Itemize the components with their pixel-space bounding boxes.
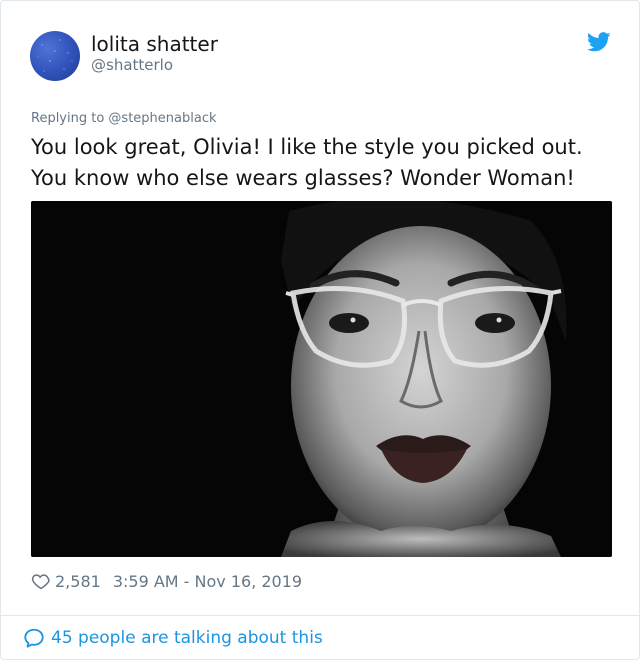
tweet-timestamp[interactable]: 3:59 AM - Nov 16, 2019: [113, 572, 302, 591]
talking-about-label[interactable]: 45 people are talking about this: [51, 628, 323, 648]
tweet-media-photo[interactable]: [31, 201, 612, 557]
like-count[interactable]: 2,581: [55, 572, 101, 591]
avatar[interactable]: [30, 31, 80, 81]
talking-about-link[interactable]: 45 people are talking about this: [23, 626, 323, 650]
tweet-meta: 2,581 3:59 AM - Nov 16, 2019: [31, 570, 302, 592]
replying-to-label[interactable]: Replying to @stephenablack: [31, 111, 217, 126]
tweet-card: lolita shatter @shatterlo Replying to @s…: [0, 0, 640, 660]
tweet-text: You look great, Olivia! I like the style…: [31, 135, 583, 190]
divider: [1, 615, 639, 616]
twitter-bird-icon[interactable]: [587, 31, 611, 53]
author-handle[interactable]: @shatterlo: [91, 56, 173, 74]
heart-outline-icon[interactable]: [31, 571, 51, 591]
photo-woman-glasses-blowing-kiss: [31, 201, 612, 557]
author-display-name[interactable]: lolita shatter: [91, 32, 218, 56]
avatar-texture: [37, 39, 73, 72]
speech-bubble-icon: [24, 628, 44, 648]
